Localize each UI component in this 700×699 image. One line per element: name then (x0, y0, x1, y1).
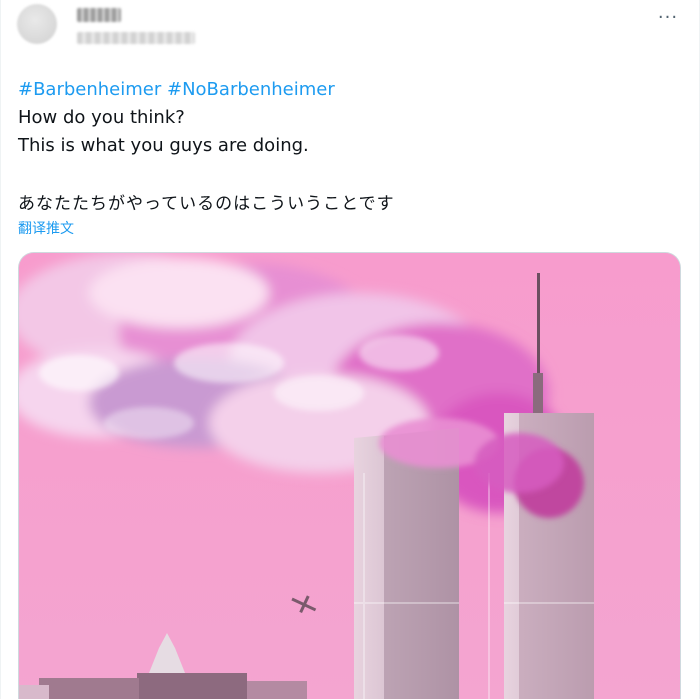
hashtag-line: #Barbenheimer #NoBarbenheimer (18, 76, 395, 104)
avatar[interactable] (17, 4, 57, 44)
author-name-redacted[interactable] (77, 8, 121, 22)
more-icon[interactable]: ··· (655, 6, 681, 28)
tweet-text: #Barbenheimer #NoBarbenheimer How do you… (18, 76, 395, 218)
author-handle-redacted[interactable] (77, 32, 195, 44)
tweet-line-1: How do you think? (18, 107, 185, 128)
tweet-image[interactable] (18, 252, 681, 699)
hashtag-nobarbenheimer[interactable]: #NoBarbenheimer (167, 79, 335, 100)
tweet-card: ··· #Barbenheimer #NoBarbenheimer How do… (0, 0, 700, 699)
tweet-line-2: This is what you guys are doing. (18, 135, 309, 156)
hashtag-barbenheimer[interactable]: #Barbenheimer (18, 79, 161, 100)
translate-tweet-link[interactable]: 翻译推文 (18, 218, 74, 238)
tweet-image-graphic (19, 253, 680, 699)
tweet-line-japanese: あなたたちがやっているのはこういうことです (18, 194, 395, 214)
